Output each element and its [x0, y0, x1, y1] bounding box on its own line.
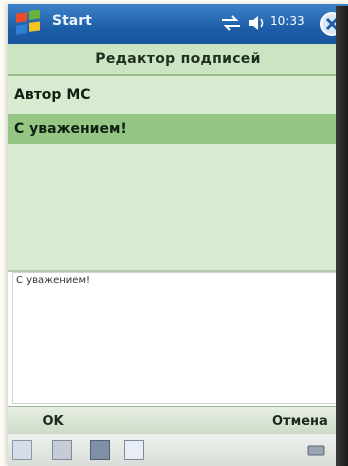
clock[interactable]: 10:33	[270, 14, 305, 28]
app-icon-1[interactable]	[12, 440, 32, 460]
app-icon-4[interactable]	[124, 440, 144, 460]
app-icon-2[interactable]	[52, 440, 72, 460]
task-bar	[8, 434, 348, 466]
windows-flag-icon[interactable]	[14, 10, 42, 38]
speaker-icon[interactable]	[246, 13, 268, 33]
signature-item-author[interactable]: Автор МС	[8, 80, 348, 110]
device-screen: Start 10:33 Редактор подписей Автор МС С…	[8, 4, 348, 466]
keyboard-icon[interactable]	[306, 440, 326, 460]
signature-list: Автор МС С уважением!	[8, 76, 348, 270]
start-label[interactable]: Start	[52, 13, 92, 29]
menu-bar: OK Отмена	[8, 406, 348, 435]
signature-item-regards[interactable]: С уважением!	[8, 114, 348, 144]
sync-arrows-icon[interactable]	[220, 13, 242, 33]
screen-edge	[336, 6, 348, 466]
ok-button[interactable]: OK	[8, 411, 98, 433]
signature-text-field[interactable]: С уважением!	[12, 272, 342, 404]
page-title: Редактор подписей	[8, 44, 348, 76]
app-icon-3[interactable]	[90, 440, 110, 460]
title-bar: Start 10:33	[8, 4, 348, 44]
